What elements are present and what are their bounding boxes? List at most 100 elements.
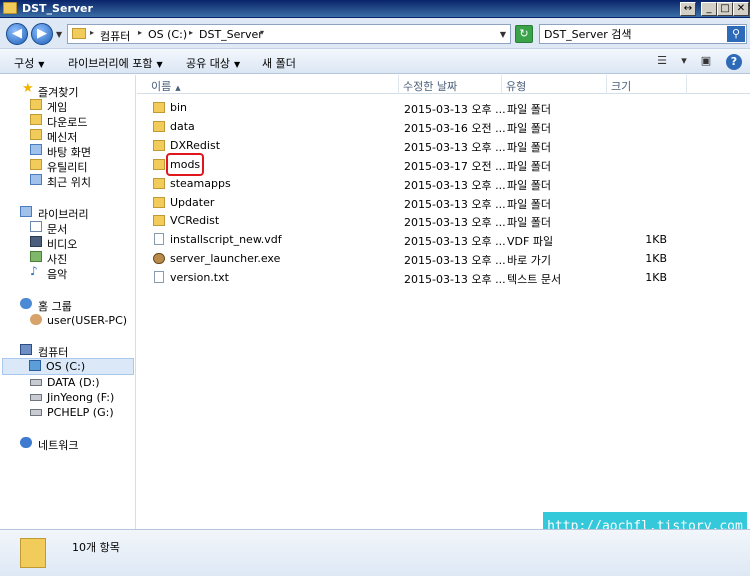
refresh-button[interactable]: ↻: [515, 25, 533, 43]
nav-item-label: JinYeong (F:): [47, 391, 115, 404]
nav-favorites[interactable]: ★ 즐겨찾기: [0, 82, 120, 99]
file-name: VCRedist: [170, 214, 220, 228]
nav-homegroup[interactable]: 홈 그룹: [0, 297, 120, 313]
nav-item-utility[interactable]: 유틸리티: [0, 158, 120, 174]
nav-item-os-drive[interactable]: OS (C:): [2, 358, 134, 375]
file-type: 파일 폴더: [507, 216, 551, 230]
file-name: steamapps: [170, 176, 231, 190]
file-type: VDF 파일: [507, 235, 554, 249]
highlight-annotation: [166, 153, 204, 176]
back-button[interactable]: ◀: [6, 23, 28, 45]
address-bar[interactable]: ▸ 컴퓨터 ▸ OS (C:) ▸ DST_Server ▾ ▼: [67, 24, 511, 44]
column-header-name[interactable]: 이름 ▲: [147, 75, 399, 94]
nav-item-music[interactable]: ♪ 음악: [0, 264, 120, 281]
exe-icon: [153, 253, 165, 265]
nav-item-desktop[interactable]: 바탕 화면: [0, 143, 120, 159]
file-row[interactable]: VCRedist 2015-03-13 오후 ... 파일 폴더: [137, 211, 737, 230]
help-icon[interactable]: ?: [726, 54, 742, 70]
nav-item-data-drive[interactable]: DATA (D:): [0, 375, 120, 390]
nav-network[interactable]: 네트워크: [0, 436, 120, 452]
address-history-dropdown[interactable]: ▼: [500, 30, 506, 39]
share-menu[interactable]: 공유 대상 ▼: [186, 55, 240, 71]
picture-icon: [30, 251, 42, 262]
recent-pages-dropdown[interactable]: ▼: [56, 30, 62, 39]
nav-libraries[interactable]: 라이브러리: [0, 205, 120, 221]
nav-item-pchelp-drive[interactable]: PCHELP (G:): [0, 405, 125, 420]
nav-item-jinyeong-drive[interactable]: JinYeong (F:): [0, 390, 125, 405]
details-pane: 10개 항목: [0, 529, 750, 576]
window-title: DST_Server: [22, 2, 93, 15]
share-label: 공유 대상: [186, 57, 230, 70]
chevron-right-icon[interactable]: ▸: [90, 28, 94, 37]
nav-item-label: user(USER-PC): [47, 314, 128, 327]
file-date: 2015-03-16 오전 ...: [404, 121, 506, 135]
file-row[interactable]: steamapps 2015-03-13 오후 ... 파일 폴더: [137, 174, 737, 193]
homegroup-icon: [20, 298, 32, 309]
nav-item-games[interactable]: 게임: [0, 98, 120, 114]
file-name: installscript_new.vdf: [170, 233, 282, 247]
include-library-menu[interactable]: 라이브러리에 포함 ▼: [68, 55, 163, 71]
nav-item-label: PCHELP (G:): [47, 406, 114, 419]
chevron-right-icon[interactable]: ▸: [138, 28, 142, 37]
nav-item-documents[interactable]: 문서: [0, 220, 120, 236]
file-row[interactable]: installscript_new.vdf 2015-03-13 오후 ... VD…: [137, 230, 737, 249]
nav-item-recent[interactable]: 최근 위치: [0, 173, 120, 189]
breadcrumb-dst-server[interactable]: DST_Server: [199, 28, 263, 41]
search-icon[interactable]: ⚲: [727, 26, 745, 42]
maximize-button[interactable]: □: [717, 2, 733, 16]
nav-item-user[interactable]: user(USER-PC): [0, 313, 130, 328]
column-header-type[interactable]: 유형: [502, 75, 607, 94]
resize-button[interactable]: ↔: [680, 2, 696, 16]
music-icon: ♪: [30, 264, 38, 278]
file-type: 파일 폴더: [507, 197, 551, 211]
file-row[interactable]: mods 2015-03-17 오전 ... 파일 폴더: [137, 155, 737, 174]
nav-item-videos[interactable]: 비디오: [0, 235, 120, 251]
chevron-down-icon[interactable]: ▾: [260, 28, 264, 37]
file-type: 파일 폴더: [507, 121, 551, 135]
nav-item-pictures[interactable]: 사진: [0, 250, 120, 266]
new-folder-button[interactable]: 새 폴더: [262, 55, 296, 71]
column-header-date[interactable]: 수정한 날짜: [399, 75, 502, 94]
nav-item-label: 최근 위치: [47, 176, 91, 189]
file-row[interactable]: data 2015-03-16 오전 ... 파일 폴더: [137, 117, 737, 136]
command-bar: 구성 ▼ 라이브러리에 포함 ▼ 공유 대상 ▼ 새 폴더 ☰ ▾ ▣ ?: [0, 49, 750, 74]
file-date: 2015-03-17 오전 ...: [404, 159, 506, 173]
folder-icon: [153, 177, 165, 189]
column-header-row: 이름 ▲ 수정한 날짜 유형 크기: [137, 75, 750, 94]
chevron-down-icon[interactable]: ▾: [676, 54, 692, 68]
file-row[interactable]: bin 2015-03-13 오후 ... 파일 폴더: [137, 98, 737, 117]
nav-item-label: 음악: [47, 268, 68, 281]
search-box[interactable]: ⚲: [539, 24, 747, 44]
nav-item-messenger[interactable]: 메신저: [0, 128, 120, 144]
file-row[interactable]: DXRedist 2015-03-13 오후 ... 파일 폴더: [137, 136, 737, 155]
organize-label: 구성: [14, 57, 35, 70]
minimize-button[interactable]: _: [701, 2, 717, 16]
file-date: 2015-03-13 오후 ...: [404, 235, 506, 249]
folder-icon: [153, 120, 165, 132]
organize-menu[interactable]: 구성 ▼: [14, 55, 44, 71]
folder-icon: [20, 538, 46, 568]
file-row[interactable]: version.txt 2015-03-13 오후 ... 텍스트 문서 1KB: [137, 268, 737, 287]
folder-icon: [153, 102, 165, 113]
file-row[interactable]: Updater 2015-03-13 오후 ... 파일 폴더: [137, 193, 737, 212]
nav-item-label: DATA (D:): [47, 376, 100, 389]
nav-computer[interactable]: 컴퓨터: [0, 343, 120, 359]
nav-item-downloads[interactable]: 다운로드: [0, 113, 120, 129]
file-list-pane: 이름 ▲ 수정한 날짜 유형 크기 bin 2015-03-13 오후 ... 파일 …: [137, 75, 750, 529]
folder-icon: [153, 215, 165, 227]
close-button[interactable]: ✕: [733, 2, 749, 16]
preview-pane-icon[interactable]: ▣: [698, 54, 714, 68]
forward-button[interactable]: ▶: [31, 23, 53, 45]
breadcrumb-computer[interactable]: 컴퓨터: [100, 28, 130, 44]
file-name: data: [170, 119, 195, 133]
folder-icon: [3, 2, 17, 14]
column-header-size[interactable]: 크기: [607, 75, 687, 94]
network-icon: [20, 437, 32, 448]
file-icon: [154, 271, 164, 284]
file-row[interactable]: server_launcher.exe 2015-03-13 오후 ... 바로 가…: [137, 249, 737, 268]
view-options-icon[interactable]: ☰: [654, 54, 670, 68]
chevron-right-icon[interactable]: ▸: [189, 28, 193, 37]
computer-icon: [20, 344, 32, 355]
breadcrumb-os-drive[interactable]: OS (C:): [148, 28, 187, 41]
search-input[interactable]: [544, 27, 714, 41]
